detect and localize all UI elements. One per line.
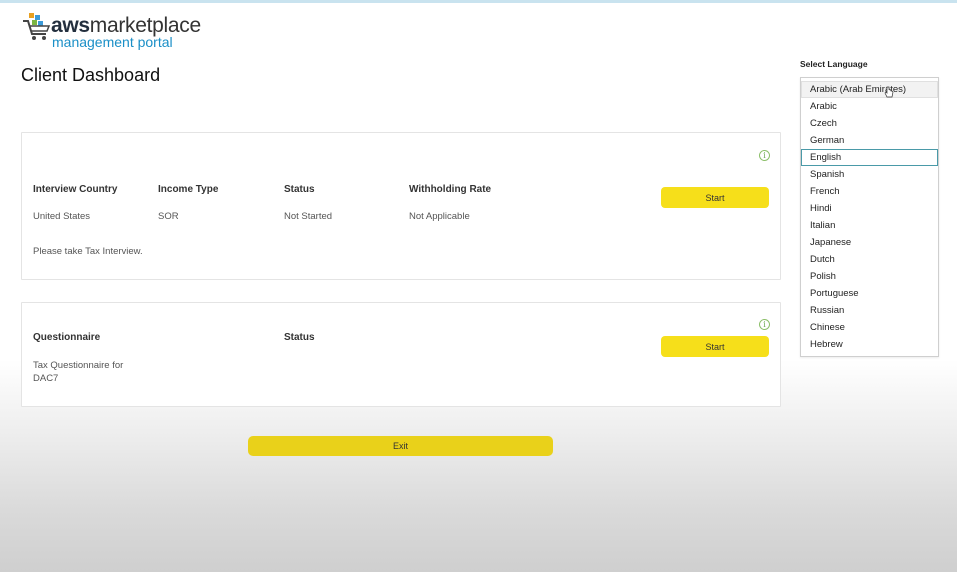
language-option[interactable]: Hebrew [801,336,938,353]
language-option[interactable]: Russian [801,302,938,319]
language-option[interactable]: Chinese [801,319,938,336]
language-option-selected[interactable]: English [801,149,938,166]
language-option[interactable]: Arabic (Arab Emirates) [801,81,938,98]
info-icon[interactable]: i [759,150,770,161]
aws-marketplace-logo[interactable]: awsmarketplace management portal [22,12,202,52]
start-tax-interview-button[interactable]: Start [661,187,769,208]
language-option[interactable]: Czech [801,115,938,132]
language-option[interactable]: Polish [801,268,938,285]
questionnaire-status-header: Status [284,332,315,343]
status-header: Status [284,184,315,195]
language-option[interactable]: Spanish [801,166,938,183]
tax-interview-panel: i Interview Country Income Type Status W… [21,132,781,280]
select-language-label: Select Language [800,59,868,69]
language-option[interactable]: French [801,183,938,200]
language-option[interactable]: German [801,132,938,149]
withholding-rate-header: Withholding Rate [409,184,492,195]
interview-country-value: United States [33,211,91,222]
top-border [0,0,957,3]
income-type-value: SOR [158,211,179,222]
language-option[interactable]: Dutch [801,251,938,268]
start-questionnaire-button[interactable]: Start [661,336,769,357]
interview-country-header: Interview Country [33,184,118,195]
language-dropdown-list[interactable]: Arabic (Arab Emirates) Arabic Czech Germ… [800,77,939,357]
language-option[interactable]: Italian [801,217,938,234]
withholding-rate-value: Not Applicable [409,211,470,222]
page-title: Client Dashboard [21,65,161,85]
income-type-header: Income Type [158,184,219,195]
hand-pointer-icon [884,86,894,98]
questionnaire-name: Tax Questionnaire for DAC7 [33,360,124,384]
questionnaire-header: Questionnaire [33,332,101,343]
language-option[interactable]: Arabic [801,98,938,115]
info-icon[interactable]: i [759,319,770,330]
logo-subtitle: management portal [52,34,173,50]
tax-interview-note: Please take Tax Interview. [33,246,143,257]
language-option[interactable]: Portuguese [801,285,938,302]
questionnaire-panel: i Questionnaire Status Tax Questionnaire… [21,302,781,407]
status-value: Not Started [284,211,333,222]
language-option[interactable]: Japanese [801,234,938,251]
language-option[interactable]: Hindi [801,200,938,217]
exit-button[interactable]: Exit [248,436,553,456]
